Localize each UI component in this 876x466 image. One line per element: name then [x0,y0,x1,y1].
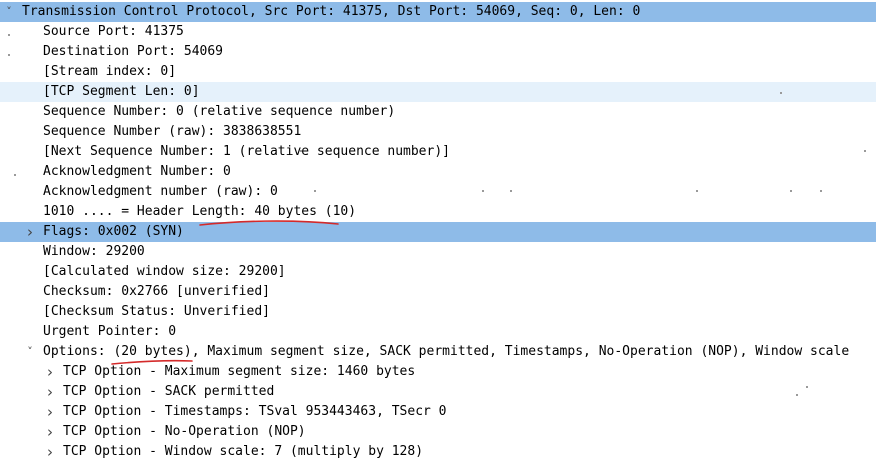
speckle-dot [294,110,296,112]
tree-row[interactable]: Destination Port: 54069 [0,42,876,62]
tree-row-label: TCP Option - No-Operation (NOP) [63,424,306,439]
tree-row-label: Checksum: 0x2766 [unverified] [43,284,270,299]
chevron-right-icon[interactable]: › [43,442,57,462]
tree-row[interactable]: Acknowledgment number (raw): 0 [0,182,876,202]
tree-row-label: [Stream index: 0] [43,64,177,79]
tree-row-label: Flags: 0x002 (SYN) [43,224,184,239]
tree-row-label: Source Port: 41375 [43,24,184,39]
speckle-dot [14,174,16,176]
tree-row[interactable]: [Next Sequence Number: 1 (relative seque… [0,142,876,162]
speckle-dot [780,92,782,94]
tree-row[interactable]: [Calculated window size: 29200] [0,262,876,282]
tree-row[interactable]: Sequence Number (raw): 3838638551 [0,122,876,142]
tree-row[interactable]: › Flags: 0x002 (SYN) [0,222,876,242]
tree-row-label: [TCP Segment Len: 0] [43,84,200,99]
speckle-dot [510,190,512,192]
speckle-dot [482,190,484,192]
tree-row-label: 1010 .... = Header Length: 40 bytes (10) [43,204,357,219]
tree-row-label: Sequence Number: 0 (relative sequence nu… [43,104,396,119]
packet-details-tree: ˅ Transmission Control Protocol, Src Port… [0,2,876,462]
speckle-dot [864,150,866,152]
speckle-dot [8,34,10,36]
speckle-dot [314,190,316,192]
tree-row[interactable]: › TCP Option - Maximum segment size: 1460… [0,362,876,382]
tree-row[interactable]: Sequence Number: 0 (relative sequence nu… [0,102,876,122]
tree-row[interactable]: ˅ Transmission Control Protocol, Src Port… [0,2,876,22]
tree-row-label: TCP Option - Window scale: 7 (multiply b… [63,444,424,459]
tree-row[interactable]: [TCP Segment Len: 0] [0,82,876,102]
tree-row[interactable]: › TCP Option - Window scale: 7 (multiply … [0,442,876,462]
speckle-dot [790,190,792,192]
chevron-right-icon[interactable]: › [43,382,57,402]
chevron-down-icon[interactable]: ˅ [2,2,16,22]
speckle-dot [8,54,10,56]
tree-row-label: Options: (20 bytes), Maximum segment siz… [43,344,850,359]
tree-row-label: Acknowledgment Number: 0 [43,164,231,179]
tree-row-label: [Calculated window size: 29200] [43,264,286,279]
chevron-right-icon[interactable]: › [23,222,37,242]
tree-row-label: Transmission Control Protocol, Src Port:… [22,4,641,19]
tree-row[interactable]: [Stream index: 0] [0,62,876,82]
tree-row[interactable]: Acknowledgment Number: 0 [0,162,876,182]
tree-row-label: Acknowledgment number (raw): 0 [43,184,278,199]
chevron-down-icon[interactable]: ˅ [23,342,37,362]
tree-row[interactable]: › TCP Option - Timestamps: TSval 95344346… [0,402,876,422]
speckle-dot [820,190,822,192]
tree-row-label: [Checksum Status: Unverified] [43,304,270,319]
tree-row-label: Sequence Number (raw): 3838638551 [43,124,302,139]
speckle-dot [696,190,698,192]
tree-row[interactable]: Urgent Pointer: 0 [0,322,876,342]
tree-row[interactable]: [Checksum Status: Unverified] [0,302,876,322]
speckle-dot [300,150,302,152]
tree-row-label: Window: 29200 [43,244,145,259]
tree-row-label: [Next Sequence Number: 1 (relative seque… [43,144,450,159]
chevron-right-icon[interactable]: › [43,422,57,442]
tree-row-label: Destination Port: 54069 [43,44,224,59]
tree-row[interactable]: 1010 .... = Header Length: 40 bytes (10) [0,202,876,222]
tree-row[interactable]: Checksum: 0x2766 [unverified] [0,282,876,302]
tree-row[interactable]: › TCP Option - No-Operation (NOP) [0,422,876,442]
tree-row[interactable]: Source Port: 41375 [0,22,876,42]
tree-row[interactable]: Window: 29200 [0,242,876,262]
tree-row[interactable]: › TCP Option - SACK permitted [0,382,876,402]
tree-row-label: TCP Option - SACK permitted [63,384,275,399]
chevron-right-icon[interactable]: › [43,402,57,422]
chevron-right-icon[interactable]: › [43,362,57,382]
tree-row-label: TCP Option - Maximum segment size: 1460 … [63,364,416,379]
speckle-dot [796,394,798,396]
speckle-dot [806,386,808,388]
tree-row[interactable]: ˅ Options: (20 bytes), Maximum segment si… [0,342,876,362]
tree-row-label: Urgent Pointer: 0 [43,324,177,339]
tree-row-label: TCP Option - Timestamps: TSval 953443463… [63,404,447,419]
